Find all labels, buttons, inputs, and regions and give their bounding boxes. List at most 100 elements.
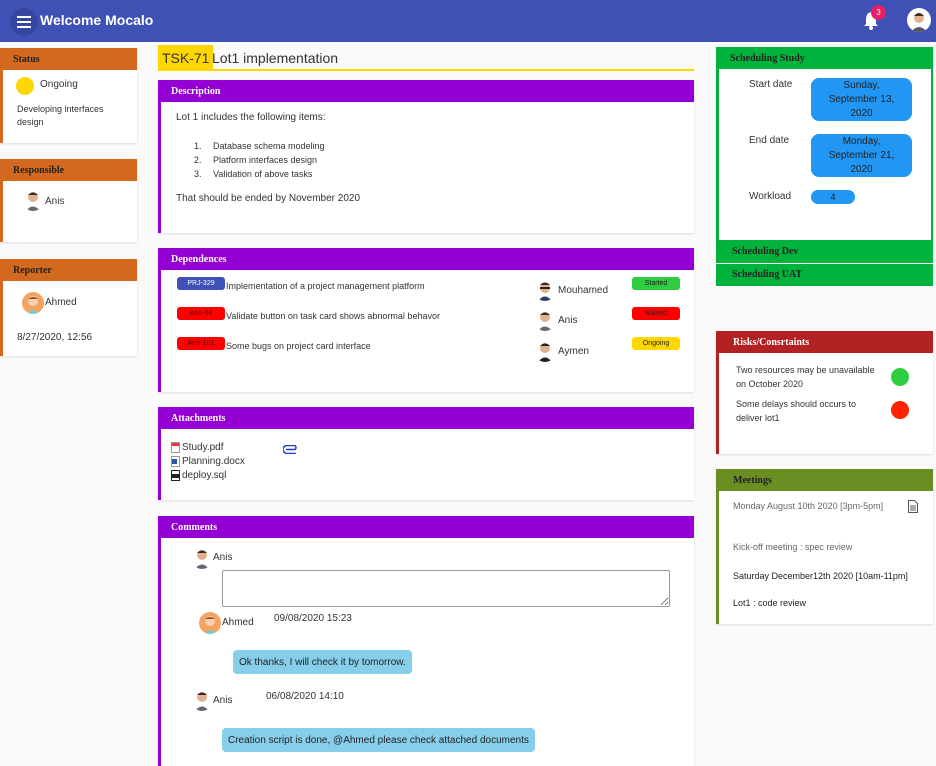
task-header: TSK-71 Lot1 implementation [158,45,694,71]
hamburger-icon [17,16,31,28]
menu-button[interactable] [10,8,38,36]
dependency-text[interactable]: Validate button on task card shows abnor… [226,311,440,321]
responsible-heading: Responsible [3,159,137,181]
person-icon [204,616,216,634]
list-item: 2. Platform interfaces design [194,153,325,167]
comment-bubble: Creation script is done, @Ahmed please c… [222,728,535,752]
dependences-heading: Dependences [161,248,694,270]
comment-avatar [199,612,221,634]
description-intro: Lot 1 includes the following items: [176,112,326,123]
task-id: TSK-71 [158,45,214,71]
app-bar: Welcome Mocalo 3 [0,0,936,42]
dependency-person: Aymen [558,346,589,357]
attachment-name: Planning.docx [182,456,245,467]
list-number: 1. [194,141,202,151]
dependences-card: Dependences PRJ-329 Implementation of a … [158,248,694,392]
attachment-item[interactable]: Study.pdf [171,442,224,453]
comment-input[interactable] [222,570,670,607]
comment-date: 06/08/2020 14:10 [266,691,344,702]
app-title: Welcome Mocalo [40,12,154,28]
responsible-card: Responsible Anis [0,159,137,242]
dependency-text[interactable]: Implementation of a project management p… [226,281,425,291]
meeting-title: Kick-off meeting : spec review [733,542,853,552]
attachments-card: Attachments Study.pdf Planning.docx depl… [158,407,694,500]
attachment-name: deploy.sql [182,470,227,481]
dependency-avatar [534,279,556,301]
user-avatar[interactable] [907,8,931,32]
reporter-avatar [22,292,44,314]
list-number: 3. [194,169,202,179]
person-icon [195,692,209,711]
description-heading: Description [161,80,694,102]
scheduling-uat-heading[interactable]: Scheduling UAT [716,264,933,286]
attachment-item[interactable]: deploy.sql [171,470,226,481]
person-icon [27,296,39,314]
status-state: Ongoing [40,79,78,90]
scheduling-dev-heading[interactable]: Scheduling Dev [716,241,933,263]
document-icon[interactable] [908,500,918,513]
person-icon [26,192,40,211]
meeting-title: Lot1 : code review [733,598,807,608]
risks-card: Risks/Consrtaints Two resources may be u… [716,331,933,454]
list-text: Platform interfaces design [213,155,318,165]
person-icon [538,343,552,362]
dependency-code[interactable]: Ano-101 [177,337,225,350]
list-text: Database schema modeling [213,141,325,151]
dependency-text[interactable]: Some bugs on project card interface [226,341,371,351]
responsible-name: Anis [45,196,65,207]
status-heading: Status [3,48,137,70]
person-icon [195,550,209,569]
person-icon [538,312,552,331]
workload-label: Workload [749,191,792,202]
dependency-avatar [534,340,556,362]
dependency-code[interactable]: Ano-64 [177,307,225,320]
risk-text: Some delays should occurs to deliver lot… [736,399,857,423]
paperclip-icon[interactable] [283,445,299,454]
person-icon [538,282,552,301]
comment-author: Anis [213,695,233,706]
risk-indicator [891,368,909,386]
comment-bubble: Ok thanks, I will check it by tomorrow. [233,650,412,674]
dependency-person: Anis [558,315,578,326]
dependency-code[interactable]: PRJ-329 [177,277,225,290]
scheduling-study-heading[interactable]: Scheduling Study [716,47,931,69]
meetings-heading: Meetings [719,469,933,491]
notification-badge: 3 [871,5,886,20]
dependency-status: Ongoing [632,337,680,350]
responsible-avatar [22,189,44,211]
description-outro: That should be ended by November 2020 [176,193,361,204]
comment-avatar [191,689,213,711]
dependency-person: Mouhamed [558,285,609,296]
pdf-icon [171,442,180,453]
list-number: 2. [194,155,202,165]
attachment-name: Study.pdf [182,442,224,453]
start-date-label: Start date [749,79,793,90]
end-date-label: End date [749,135,790,146]
task-name: Lot1 implementation [212,50,339,66]
meeting-date: Saturday December12th 2020 [10am-11pm] [733,571,908,581]
current-user-avatar [191,547,213,569]
start-date-value[interactable]: Sunday, September 13, 2020 [811,78,912,121]
workload-value[interactable]: 4 [811,190,855,204]
dependency-status: Started [632,277,680,290]
risk-indicator [891,401,909,419]
reporter-card: Reporter Ahmed 8/27/2020, 12:56 [0,259,137,356]
comment-date: 09/08/2020 15:23 [274,613,352,624]
list-item: 3. Validation of above tasks [194,167,325,181]
sql-icon [171,470,180,481]
risks-heading: Risks/Consrtaints [719,331,933,353]
status-indicator [16,77,34,95]
dependency-status: Raised [632,307,680,320]
end-date-value[interactable]: Monday, September 21, 2020 [811,134,912,177]
status-card: Status Ongoing Developing interfaces des… [0,48,137,143]
comments-card: Comments Anis Ahmed 09/08/2020 15:23 Ok … [158,516,694,766]
attachment-item[interactable]: Planning.docx [171,456,245,467]
user-face-icon [911,13,927,32]
risk-text: Two resources may be unavailable on Octo… [736,365,875,389]
comment-author: Ahmed [222,617,254,628]
comments-heading: Comments [161,516,694,538]
dependency-avatar [534,309,556,331]
reporter-heading: Reporter [3,259,137,281]
description-list: 1. Database schema modeling 2. Platform in… [194,139,325,181]
docx-icon [171,456,180,467]
